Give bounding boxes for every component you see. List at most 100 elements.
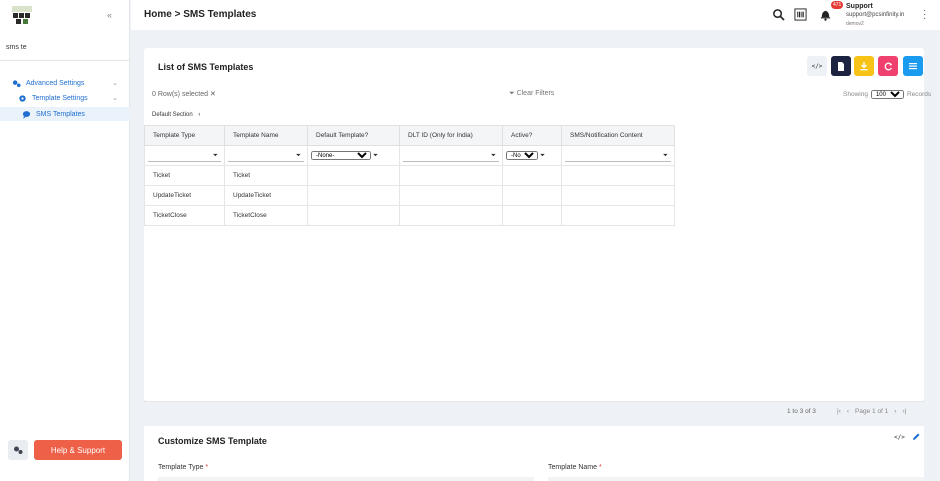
- code-icon[interactable]: </>: [894, 434, 905, 441]
- barcode-scan-icon[interactable]: [794, 8, 807, 21]
- customize-title: Customize SMS Template: [158, 436, 267, 446]
- default-section-toggle[interactable]: Default Section ‹: [152, 112, 200, 118]
- gears-icon: [12, 79, 21, 87]
- table-cell: Ticket: [224, 165, 308, 186]
- sidebar-item-label: Advanced Settings: [26, 79, 85, 87]
- prev-page-icon[interactable]: ‹: [847, 408, 849, 415]
- table-cell: [399, 185, 503, 206]
- top-bar: Home > SMS Templates 471 Support support…: [131, 0, 940, 30]
- column-header[interactable]: SMS/Notification Content: [561, 125, 675, 146]
- records-label: Records: [906, 91, 932, 98]
- bell-icon[interactable]: [819, 8, 832, 21]
- user-name[interactable]: Support: [846, 3, 873, 10]
- required-mark: *: [598, 464, 602, 471]
- column-header[interactable]: Template Name: [224, 125, 308, 146]
- chevron-left-icon: ‹: [198, 112, 201, 118]
- table-cell: [399, 205, 503, 226]
- filter-input[interactable]: ⏷: [565, 150, 671, 162]
- table-cell: [561, 165, 675, 186]
- table-cell: [561, 185, 675, 206]
- download-button[interactable]: [854, 56, 874, 76]
- help-support-button[interactable]: Help & Support: [34, 440, 122, 460]
- collapse-sidebar-icon[interactable]: «: [107, 10, 112, 20]
- filter-icon[interactable]: ⏷: [213, 152, 218, 160]
- table-cell: TicketClose: [224, 205, 308, 226]
- list-title: List of SMS Templates: [158, 62, 254, 72]
- table-cell: [399, 165, 503, 186]
- table-cell: [502, 205, 562, 226]
- chevron-down-icon: ⌄: [112, 80, 118, 87]
- filter-input[interactable]: ⏷: [403, 150, 499, 162]
- sidebar-item-advanced-settings[interactable]: Advanced Settings ⌄: [0, 76, 130, 90]
- column-header[interactable]: DLT ID (Only for India): [399, 125, 503, 146]
- sidebar: « sms te Advanced Settings ⌄ Template Se…: [0, 0, 130, 481]
- default-template-filter-select[interactable]: -None-: [311, 151, 371, 160]
- filter-icon: ⏷: [509, 90, 515, 97]
- table-row[interactable]: Ticket Ticket: [144, 165, 675, 186]
- column-header[interactable]: Template Type: [144, 125, 225, 146]
- breadcrumb-home[interactable]: Home: [144, 9, 172, 20]
- last-page-icon[interactable]: ›|: [902, 408, 906, 415]
- code-icon: </>: [811, 62, 823, 70]
- filter-icon[interactable]: ⏷: [296, 152, 301, 160]
- edit-icon[interactable]: [912, 433, 920, 441]
- table-cell: [307, 185, 400, 206]
- more-options-icon[interactable]: · · ·: [923, 6, 926, 24]
- template-type-label: Template Type *: [158, 464, 208, 471]
- company-logo[interactable]: [12, 6, 32, 24]
- table-cell: Ticket: [144, 165, 225, 186]
- filter-icon[interactable]: ⏷: [663, 152, 668, 160]
- page-size-control: Showing 100 Records: [843, 90, 931, 99]
- table-row[interactable]: TicketClose TicketClose: [144, 205, 675, 226]
- table-cell: [307, 165, 400, 186]
- code-view-button[interactable]: </>: [807, 56, 827, 76]
- column-header[interactable]: Active?: [502, 125, 562, 146]
- settings-button[interactable]: [8, 440, 28, 460]
- filter-input[interactable]: ⏷: [148, 150, 221, 162]
- showing-label: Showing: [843, 91, 868, 98]
- list-icon: [909, 63, 917, 70]
- default-section-label: Default Section: [152, 112, 193, 118]
- table-cell: TicketClose: [144, 205, 225, 226]
- table-row[interactable]: UpdateTicket UpdateTicket: [144, 185, 675, 206]
- breadcrumb: Home > SMS Templates: [144, 9, 256, 20]
- filter-icon[interactable]: ⏷: [540, 152, 545, 159]
- user-role: demov2: [846, 21, 864, 27]
- user-email: support@pcsinfinity.in: [846, 12, 905, 18]
- page-size-select[interactable]: 100: [870, 90, 904, 99]
- divider: [0, 60, 130, 61]
- record-range: 1 to 3 of 3: [787, 408, 816, 415]
- gears-icon: [14, 446, 23, 454]
- search-icon[interactable]: [772, 8, 785, 21]
- page-label: Page 1 of 1: [855, 408, 889, 415]
- filter-icon[interactable]: ⏷: [373, 152, 378, 159]
- clear-filters-button[interactable]: ⏷ Clear Filters: [509, 90, 554, 98]
- clear-selection-icon[interactable]: ✕: [210, 91, 216, 98]
- template-type-field[interactable]: [158, 477, 534, 481]
- table-cell: [561, 205, 675, 226]
- notification-count-badge: 471: [831, 1, 844, 9]
- sidebar-item-label: SMS Templates: [36, 110, 85, 118]
- field-label: Template Type: [158, 464, 204, 471]
- menu-button[interactable]: [903, 56, 923, 76]
- sidebar-item-sms-templates[interactable]: SMS Templates: [0, 107, 130, 121]
- first-page-icon[interactable]: |‹: [837, 408, 841, 415]
- filter-icon[interactable]: ⏷: [491, 152, 496, 160]
- download-icon: [860, 61, 868, 70]
- sms-template-list-panel: List of SMS Templates </> 0 Row(s) selec…: [144, 48, 931, 415]
- template-name-field[interactable]: [548, 477, 924, 481]
- active-filter-select[interactable]: -None-: [506, 151, 538, 160]
- table-cell: UpdateTicket: [144, 185, 225, 206]
- sidebar-search-input[interactable]: sms te: [6, 44, 27, 51]
- document-icon: [838, 61, 844, 71]
- next-page-icon[interactable]: ›: [894, 408, 896, 415]
- chat-icon: [22, 110, 31, 119]
- column-header[interactable]: Default Template?: [307, 125, 400, 146]
- document-button[interactable]: [831, 56, 851, 76]
- filter-input[interactable]: ⏷: [228, 150, 304, 162]
- table-cell: [307, 205, 400, 226]
- sidebar-item-template-settings[interactable]: Template Settings ⌄: [0, 91, 130, 105]
- refresh-button[interactable]: [878, 56, 898, 76]
- field-label: Template Name: [548, 464, 598, 471]
- chevron-down-icon: ⌄: [112, 95, 118, 102]
